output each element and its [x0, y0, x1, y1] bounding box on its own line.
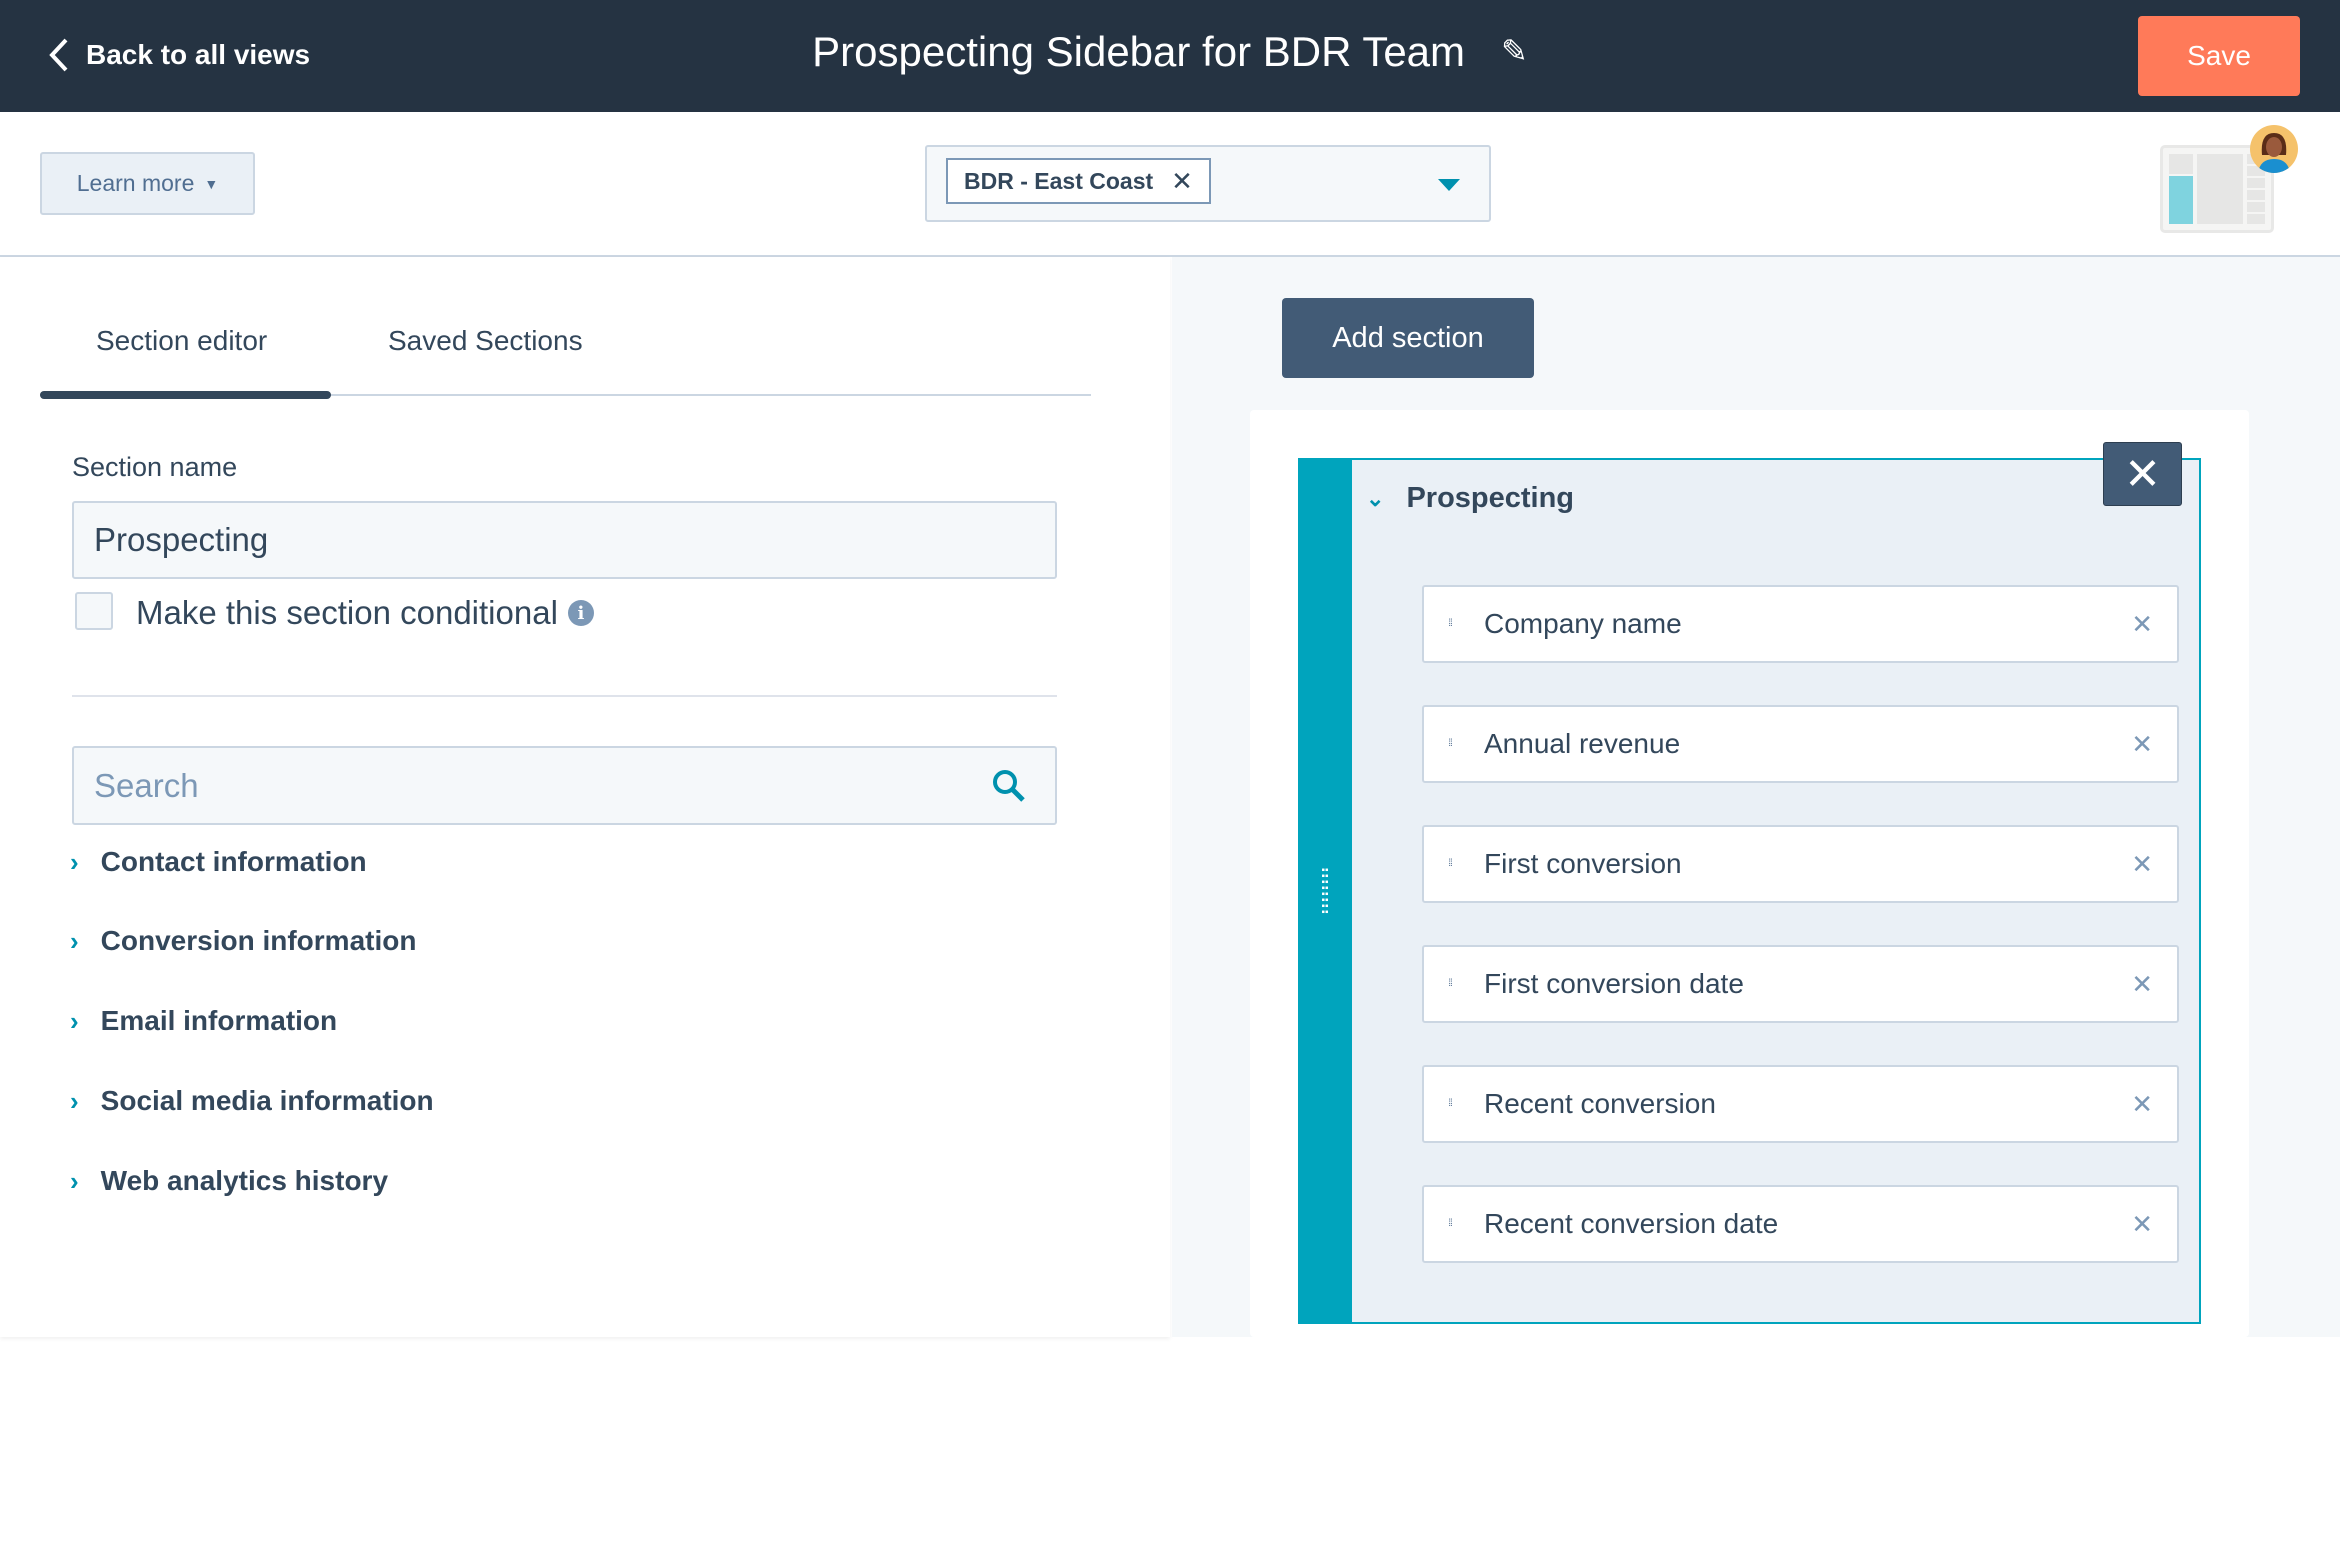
chevron-right-icon: › — [70, 925, 79, 956]
remove-field-icon[interactable]: ✕ — [2131, 609, 2153, 640]
field-row[interactable]: ⁞⁞ Recent conversion date ✕ — [1422, 1185, 2179, 1263]
section-name-value: Prospecting — [94, 521, 269, 558]
team-tag: BDR - East Coast ✕ — [946, 158, 1211, 204]
search-placeholder: Search — [94, 766, 199, 804]
field-row[interactable]: ⁞⁞ First conversion date ✕ — [1422, 945, 2179, 1023]
field-label: Company name — [1484, 608, 1682, 639]
conditional-label: Make this section conditional — [136, 594, 558, 631]
group-label: Social media information — [100, 1085, 434, 1116]
info-icon[interactable]: i — [567, 600, 594, 626]
group-social-media-information[interactable]: › Social media information — [70, 1085, 434, 1117]
active-tab-indicator — [40, 391, 331, 399]
drag-grip-icon[interactable]: ⁞⁞ — [1444, 739, 1456, 749]
drag-grip-icon[interactable]: ⁞⁞ — [1444, 859, 1456, 869]
page-title: Prospecting Sidebar for BDR Team — [812, 28, 1466, 75]
field-label: Recent conversion date — [1484, 1208, 1779, 1239]
dropdown-caret-icon[interactable] — [1438, 179, 1460, 191]
search-icon[interactable] — [991, 768, 1027, 804]
field-row[interactable]: ⁞⁞ Company name ✕ — [1422, 585, 2179, 663]
page-title-wrap: Prospecting Sidebar for BDR Team ✎ — [0, 28, 2340, 76]
field-label: First conversion — [1484, 848, 1682, 879]
learn-more-dropdown[interactable]: Learn more ▼ — [40, 152, 255, 215]
section-header[interactable]: ⌄ Prospecting — [1366, 482, 1574, 515]
group-label: Web analytics history — [100, 1165, 389, 1196]
chevron-right-icon: › — [70, 1085, 79, 1116]
conditional-label-wrap: Make this section conditional i — [136, 594, 594, 632]
drag-grip-icon[interactable]: ⁞⁞ — [1444, 979, 1456, 989]
property-search-input[interactable]: Search — [72, 746, 1057, 825]
divider — [72, 695, 1057, 697]
chevron-down-icon: ⌄ — [1366, 485, 1385, 511]
group-conversion-information[interactable]: › Conversion information — [70, 925, 416, 957]
section-name-input[interactable]: Prospecting — [72, 501, 1057, 579]
user-avatar — [2250, 125, 2298, 173]
chevron-right-icon: › — [70, 1165, 79, 1196]
remove-tag-icon[interactable]: ✕ — [1171, 166, 1193, 197]
drag-grip-icon[interactable]: ⁞⁞ — [1444, 619, 1456, 629]
group-label: Contact information — [100, 846, 367, 877]
tab-saved-sections[interactable]: Saved Sections — [388, 325, 583, 357]
field-row[interactable]: ⁞⁞ First conversion ✕ — [1422, 825, 2179, 903]
drag-grip-icon[interactable]: ⁞⁞ — [1444, 1219, 1456, 1229]
chevron-right-icon: › — [70, 846, 79, 877]
field-label: First conversion date — [1484, 968, 1744, 999]
field-row[interactable]: ⁞⁞ Annual revenue ✕ — [1422, 705, 2179, 783]
drag-grip-icon[interactable]: ▪▪ ▪▪ ▪▪ ▪▪ ▪▪ ▪▪ ▪▪ ▪▪ — [1318, 866, 1332, 918]
team-select[interactable]: BDR - East Coast ✕ — [925, 145, 1491, 222]
caret-down-icon: ▼ — [204, 175, 219, 192]
learn-more-label: Learn more — [76, 170, 195, 196]
section-title: Prospecting — [1406, 482, 1575, 514]
group-email-information[interactable]: › Email information — [70, 1005, 337, 1037]
tab-section-editor[interactable]: Section editor — [96, 325, 267, 357]
field-label: Annual revenue — [1484, 728, 1681, 759]
group-label: Conversion information — [100, 925, 417, 956]
remove-section-button[interactable]: ✕ — [2103, 442, 2182, 506]
close-icon: ✕ — [2124, 449, 2161, 499]
remove-field-icon[interactable]: ✕ — [2131, 1209, 2153, 1240]
save-button[interactable]: Save — [2138, 16, 2300, 96]
remove-field-icon[interactable]: ✕ — [2131, 1089, 2153, 1120]
field-row[interactable]: ⁞⁞ Recent conversion ✕ — [1422, 1065, 2179, 1143]
section-name-label: Section name — [72, 452, 238, 482]
drag-grip-icon[interactable]: ⁞⁞ — [1444, 1099, 1456, 1109]
remove-field-icon[interactable]: ✕ — [2131, 969, 2153, 1000]
conditional-checkbox[interactable] — [75, 592, 113, 630]
remove-field-icon[interactable]: ✕ — [2131, 729, 2153, 760]
group-web-analytics-history[interactable]: › Web analytics history — [70, 1165, 388, 1197]
chevron-right-icon: › — [70, 1005, 79, 1036]
field-label: Recent conversion — [1484, 1088, 1716, 1119]
remove-field-icon[interactable]: ✕ — [2131, 849, 2153, 880]
add-section-button[interactable]: Add section — [1282, 298, 1534, 378]
team-tag-label: BDR - East Coast — [964, 167, 1154, 194]
pencil-icon[interactable]: ✎ — [1501, 32, 1528, 70]
group-label: Email information — [100, 1005, 338, 1036]
group-contact-information[interactable]: › Contact information — [70, 846, 367, 878]
